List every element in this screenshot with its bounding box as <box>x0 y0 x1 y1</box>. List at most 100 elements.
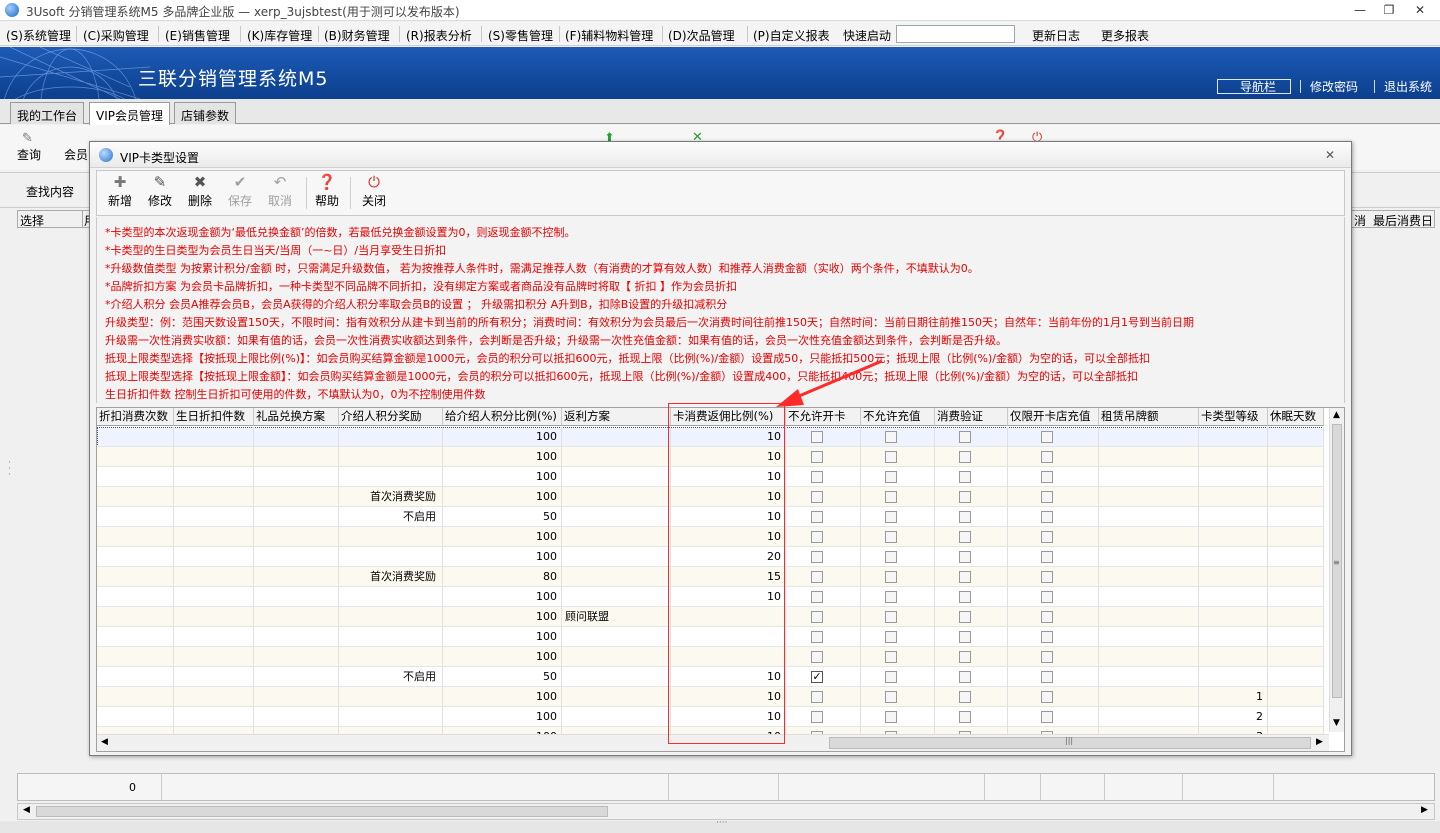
card-level-cell[interactable] <box>1199 667 1268 687</box>
checkbox[interactable] <box>885 571 897 583</box>
card-level-cell[interactable]: 1 <box>1199 687 1268 707</box>
no-open-cell[interactable] <box>786 587 861 607</box>
menu-custom-reports[interactable]: (P)自定义报表 <box>753 27 830 44</box>
intro-reward-cell[interactable] <box>339 587 443 607</box>
checkbox[interactable] <box>959 591 971 603</box>
verify-cell[interactable] <box>935 687 1008 707</box>
no-charge-cell[interactable] <box>861 527 935 547</box>
grid-cell[interactable] <box>254 687 339 707</box>
grid-cell[interactable] <box>1099 647 1199 667</box>
checkbox[interactable] <box>1041 571 1053 583</box>
no-charge-cell[interactable] <box>861 487 935 507</box>
verify-cell[interactable] <box>935 627 1008 647</box>
no-charge-cell[interactable] <box>861 567 935 587</box>
grid-cell[interactable] <box>97 667 174 687</box>
checkbox[interactable] <box>1041 511 1053 523</box>
store-only-cell[interactable] <box>1008 627 1099 647</box>
card-level-cell[interactable] <box>1199 447 1268 467</box>
grid-cell[interactable] <box>1268 467 1324 487</box>
no-open-cell[interactable] <box>786 567 861 587</box>
intro-ratio-cell[interactable]: 100 <box>443 707 562 727</box>
grid-cell[interactable] <box>97 567 174 587</box>
checkbox[interactable] <box>885 511 897 523</box>
grid-cell[interactable] <box>1268 707 1324 727</box>
checkbox[interactable]: ✓ <box>811 671 823 683</box>
checkbox[interactable] <box>885 651 897 663</box>
card-level-cell[interactable] <box>1199 567 1268 587</box>
checkbox[interactable] <box>1041 691 1053 703</box>
grid-cell[interactable] <box>254 487 339 507</box>
grid-cell[interactable] <box>1099 607 1199 627</box>
intro-ratio-cell[interactable]: 100 <box>443 687 562 707</box>
store-only-cell[interactable] <box>1008 427 1099 447</box>
scroll-right-arrow-icon[interactable]: ▶ <box>1421 805 1428 815</box>
checkbox[interactable] <box>959 451 971 463</box>
scroll-left-arrow-icon[interactable]: ◀ <box>101 737 108 747</box>
grid-cell[interactable] <box>1099 467 1199 487</box>
nav-bar-link[interactable]: 导航栏 <box>1240 78 1276 95</box>
checkbox[interactable] <box>1041 591 1053 603</box>
grid-cell[interactable] <box>1099 667 1199 687</box>
checkbox[interactable] <box>959 491 971 503</box>
checkbox[interactable] <box>1041 651 1053 663</box>
tab-vip-management[interactable]: VIP会员管理 <box>89 102 170 125</box>
checkbox[interactable] <box>811 491 823 503</box>
verify-cell[interactable] <box>935 467 1008 487</box>
column-header[interactable]: 折扣消费次数 <box>97 408 174 426</box>
store-only-cell[interactable] <box>1008 667 1099 687</box>
grid-cell[interactable] <box>1268 667 1324 687</box>
grid-cell[interactable] <box>1099 507 1199 527</box>
intro-ratio-cell[interactable]: 100 <box>443 647 562 667</box>
grid-cell[interactable] <box>1099 487 1199 507</box>
rebate-plan-cell[interactable] <box>562 447 671 467</box>
checkbox[interactable] <box>885 451 897 463</box>
checkbox[interactable] <box>959 671 971 683</box>
rebate-plan-cell[interactable] <box>562 467 671 487</box>
column-header[interactable]: 仅限开卡店充值 <box>1008 408 1099 426</box>
card-level-cell[interactable] <box>1199 427 1268 447</box>
menu-sales[interactable]: (E)销售管理 <box>165 27 230 44</box>
grid-cell[interactable] <box>174 687 254 707</box>
dialog-close-icon[interactable]: ✕ <box>1325 148 1335 162</box>
verify-cell[interactable] <box>935 527 1008 547</box>
intro-ratio-cell[interactable]: 50 <box>443 507 562 527</box>
checkbox[interactable] <box>959 511 971 523</box>
intro-reward-cell[interactable] <box>339 547 443 567</box>
menu-system[interactable]: (S)系统管理 <box>6 27 71 44</box>
intro-reward-cell[interactable]: 首次消费奖励 <box>339 487 443 507</box>
no-open-cell[interactable] <box>786 607 861 627</box>
close-window-button[interactable]: ✕ <box>1409 2 1431 19</box>
column-header[interactable]: 生日折扣件数 <box>174 408 254 426</box>
store-only-cell[interactable] <box>1008 707 1099 727</box>
grid-cell[interactable] <box>97 487 174 507</box>
grid-cell[interactable] <box>97 687 174 707</box>
intro-reward-cell[interactable]: 不启用 <box>339 667 443 687</box>
intro-reward-cell[interactable] <box>339 467 443 487</box>
grid-cell[interactable] <box>254 627 339 647</box>
checkbox[interactable] <box>811 551 823 563</box>
verify-cell[interactable] <box>935 707 1008 727</box>
store-only-cell[interactable] <box>1008 687 1099 707</box>
intro-ratio-cell[interactable]: 100 <box>443 527 562 547</box>
menu-more-reports[interactable]: 更多报表 <box>1101 27 1149 44</box>
grid-cell[interactable] <box>254 647 339 667</box>
change-password-link[interactable]: 修改密码 <box>1310 78 1358 95</box>
grid-cell[interactable] <box>97 427 174 447</box>
checkbox[interactable] <box>885 591 897 603</box>
no-charge-cell[interactable] <box>861 547 935 567</box>
intro-ratio-cell[interactable]: 100 <box>443 427 562 447</box>
checkbox[interactable] <box>1041 611 1053 623</box>
checkbox[interactable] <box>885 711 897 723</box>
checkbox[interactable] <box>811 651 823 663</box>
no-open-cell[interactable] <box>786 447 861 467</box>
intro-reward-cell[interactable] <box>339 707 443 727</box>
checkbox[interactable] <box>811 611 823 623</box>
grid-cell[interactable] <box>254 527 339 547</box>
grid-cell[interactable] <box>1268 447 1324 467</box>
verify-cell[interactable] <box>935 587 1008 607</box>
checkbox[interactable] <box>811 571 823 583</box>
grid-cell[interactable] <box>1268 607 1324 627</box>
close-dialog-button[interactable]: ⏻ 关闭 <box>354 173 394 213</box>
grid-cell[interactable] <box>174 647 254 667</box>
grid-cell[interactable] <box>97 527 174 547</box>
